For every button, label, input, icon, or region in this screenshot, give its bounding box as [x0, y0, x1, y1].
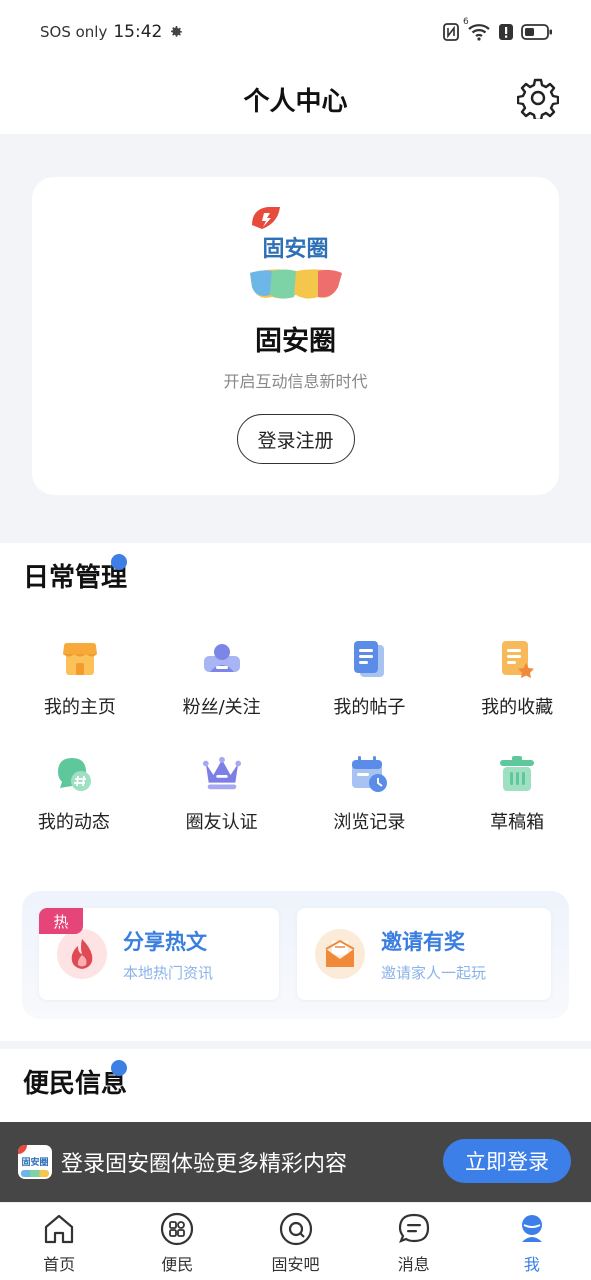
grid-item-drafts[interactable]: 草稿箱	[443, 754, 591, 869]
settings-button[interactable]	[515, 75, 561, 121]
login-now-button[interactable]: 立即登录	[443, 1139, 571, 1183]
apps-icon	[159, 1211, 195, 1247]
grid-item-label: 草稿箱	[490, 812, 545, 833]
banner-text: 登录固安圈体验更多精彩内容	[61, 1152, 348, 1177]
nav-label: 固安吧	[271, 1255, 320, 1274]
daily-management-section: 日常管理 我的主页 粉丝/关注 我的帖子 我的收藏 我的动态 圈友认证 浏览记录…	[0, 543, 591, 1041]
page-header: 个人中心	[0, 64, 591, 134]
grid-item-circle-verify[interactable]: 圈友认证	[148, 754, 296, 869]
clock: 15:42	[113, 22, 163, 42]
grid-item-label: 我的主页	[43, 697, 116, 718]
calendar-clock-icon	[349, 754, 389, 794]
promo-area: 热 分享热文 本地热门资讯 邀请有奖 邀请家人一起玩	[22, 891, 569, 1019]
nav-community[interactable]: 固安吧	[236, 1203, 354, 1280]
notification-dot	[111, 1060, 127, 1076]
carrier-label: SOS only	[40, 23, 108, 41]
chat-hash-icon	[54, 754, 94, 794]
flame-icon	[57, 929, 107, 979]
notification-dot	[111, 554, 127, 570]
grid-item-my-posts[interactable]: 我的帖子	[296, 639, 444, 754]
grid-item-label: 粉丝/关注	[182, 697, 261, 718]
page-title: 个人中心	[243, 86, 348, 117]
share-hot-article-card[interactable]: 热 分享热文 本地热门资讯	[39, 908, 279, 1000]
document-icon	[349, 639, 389, 679]
grid-item-fans-follow[interactable]: 粉丝/关注	[148, 639, 296, 754]
app-logo: 固安圈	[244, 205, 348, 305]
trash-bin-icon	[497, 754, 537, 794]
community-icon	[278, 1211, 314, 1247]
nav-label: 首页	[43, 1255, 76, 1274]
grid-item-label: 我的动态	[37, 812, 110, 833]
hot-badge: 热	[39, 908, 83, 934]
nav-label: 我	[523, 1255, 540, 1274]
crown-icon	[202, 754, 242, 794]
logo-text: 固安圈	[262, 237, 329, 262]
promo-title: 邀请有奖	[381, 929, 465, 954]
grid-item-browse-history[interactable]: 浏览记录	[296, 754, 444, 869]
invite-reward-card[interactable]: 邀请有奖 邀请家人一起玩	[297, 908, 551, 1000]
grid-item-label: 我的帖子	[333, 697, 406, 718]
feature-grid: 我的主页 粉丝/关注 我的帖子 我的收藏 我的动态 圈友认证 浏览记录 草稿箱	[0, 639, 591, 869]
nav-services[interactable]: 便民	[118, 1203, 236, 1280]
nav-me[interactable]: 我	[473, 1203, 591, 1280]
favorite-doc-icon	[497, 639, 537, 679]
grid-item-label: 浏览记录	[333, 812, 406, 833]
banner-app-logo: 固安圈	[18, 1145, 52, 1179]
promo-subtitle: 邀请家人一起玩	[381, 963, 487, 982]
message-icon	[396, 1211, 432, 1247]
shop-icon	[60, 639, 100, 679]
battery-icon	[521, 24, 552, 40]
wifi-badge: 6	[463, 17, 469, 27]
nav-label: 消息	[397, 1255, 430, 1274]
gear-icon	[517, 78, 559, 119]
login-prompt-banner: 固安圈 登录固安圈体验更多精彩内容 立即登录	[0, 1122, 591, 1202]
grid-item-my-favorites[interactable]: 我的收藏	[443, 639, 591, 754]
promo-subtitle: 本地热门资讯	[123, 963, 214, 982]
brand-slogan: 开启互动信息新时代	[223, 372, 368, 391]
login-register-button[interactable]: 登录注册	[236, 414, 355, 464]
nfc-icon	[443, 23, 459, 41]
banner-logo-text: 固安圈	[21, 1158, 49, 1168]
profile-card: 固安圈 固安圈 开启互动信息新时代 登录注册	[32, 177, 559, 495]
grid-item-my-homepage[interactable]: 我的主页	[0, 639, 148, 754]
nav-home[interactable]: 首页	[0, 1203, 118, 1280]
grid-item-label: 我的收藏	[481, 697, 554, 718]
status-bar: SOS only 15:42 6	[0, 0, 591, 64]
alert-icon	[499, 24, 513, 40]
settings-small-icon	[171, 26, 183, 37]
grid-item-my-activity[interactable]: 我的动态	[0, 754, 148, 869]
nav-label: 便民	[161, 1255, 194, 1274]
profile-icon	[514, 1211, 550, 1247]
grid-item-label: 圈友认证	[185, 812, 258, 833]
home-icon	[41, 1211, 77, 1247]
nav-messages[interactable]: 消息	[355, 1203, 473, 1280]
brand-name: 固安圈	[255, 326, 336, 357]
promo-title: 分享热文	[123, 929, 207, 954]
user-card-icon	[202, 639, 242, 679]
bottom-navigation: 首页 便民 固安吧 消息 我	[0, 1202, 591, 1280]
wifi-icon: 6	[463, 17, 491, 41]
envelope-icon	[315, 929, 365, 979]
